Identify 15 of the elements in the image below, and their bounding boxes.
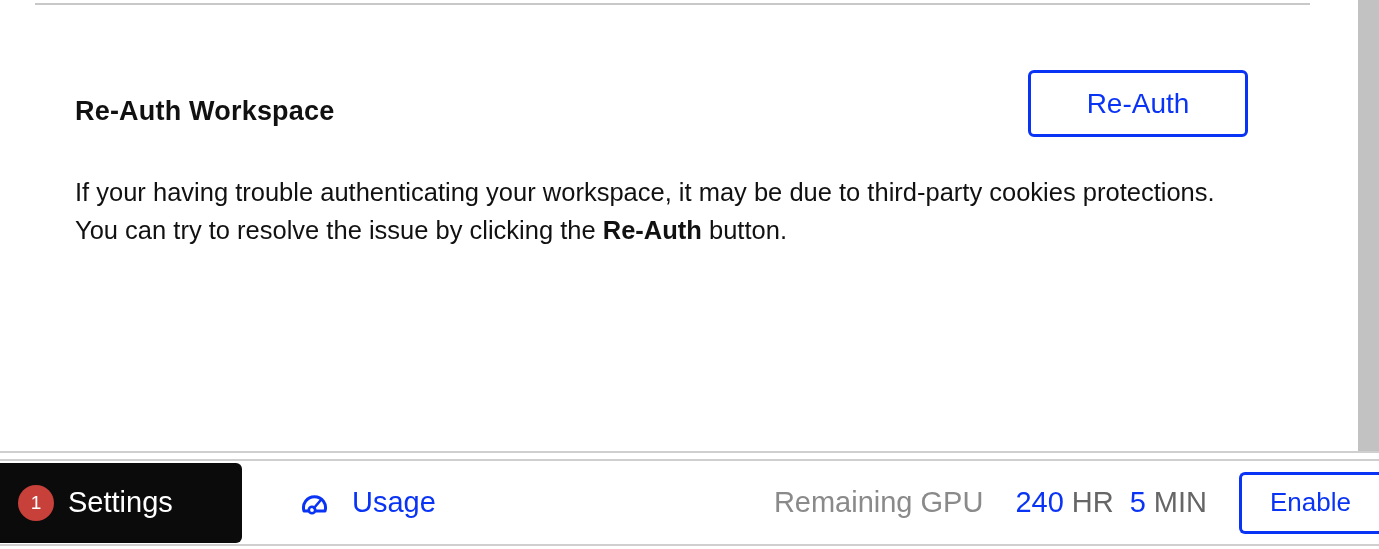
- minutes-value: 5: [1129, 486, 1146, 519]
- hours-value: 240: [1015, 486, 1064, 519]
- enable-button[interactable]: Enable: [1239, 471, 1379, 534]
- minutes-unit: MIN: [1153, 486, 1207, 519]
- remaining-gpu-label: Remaining GPU: [773, 486, 984, 519]
- re-auth-button[interactable]: Re-Auth: [1028, 70, 1248, 137]
- scrollbar[interactable]: [1358, 0, 1379, 451]
- settings-button[interactable]: 1 Settings: [0, 462, 242, 543]
- section-title: Re-Auth Workspace: [75, 96, 335, 127]
- notification-badge: 1: [18, 484, 54, 521]
- hours-unit: HR: [1071, 486, 1114, 519]
- settings-label: Settings: [68, 486, 173, 519]
- usage-label: Usage: [352, 486, 436, 519]
- description-text: If your having trouble authenticating your workspace, it may be due to third-party cookies protections. You can try to resolve the issue by clicking the Re-Auth button.: [75, 177, 1216, 247]
- usage-link[interactable]: Usage: [298, 486, 436, 519]
